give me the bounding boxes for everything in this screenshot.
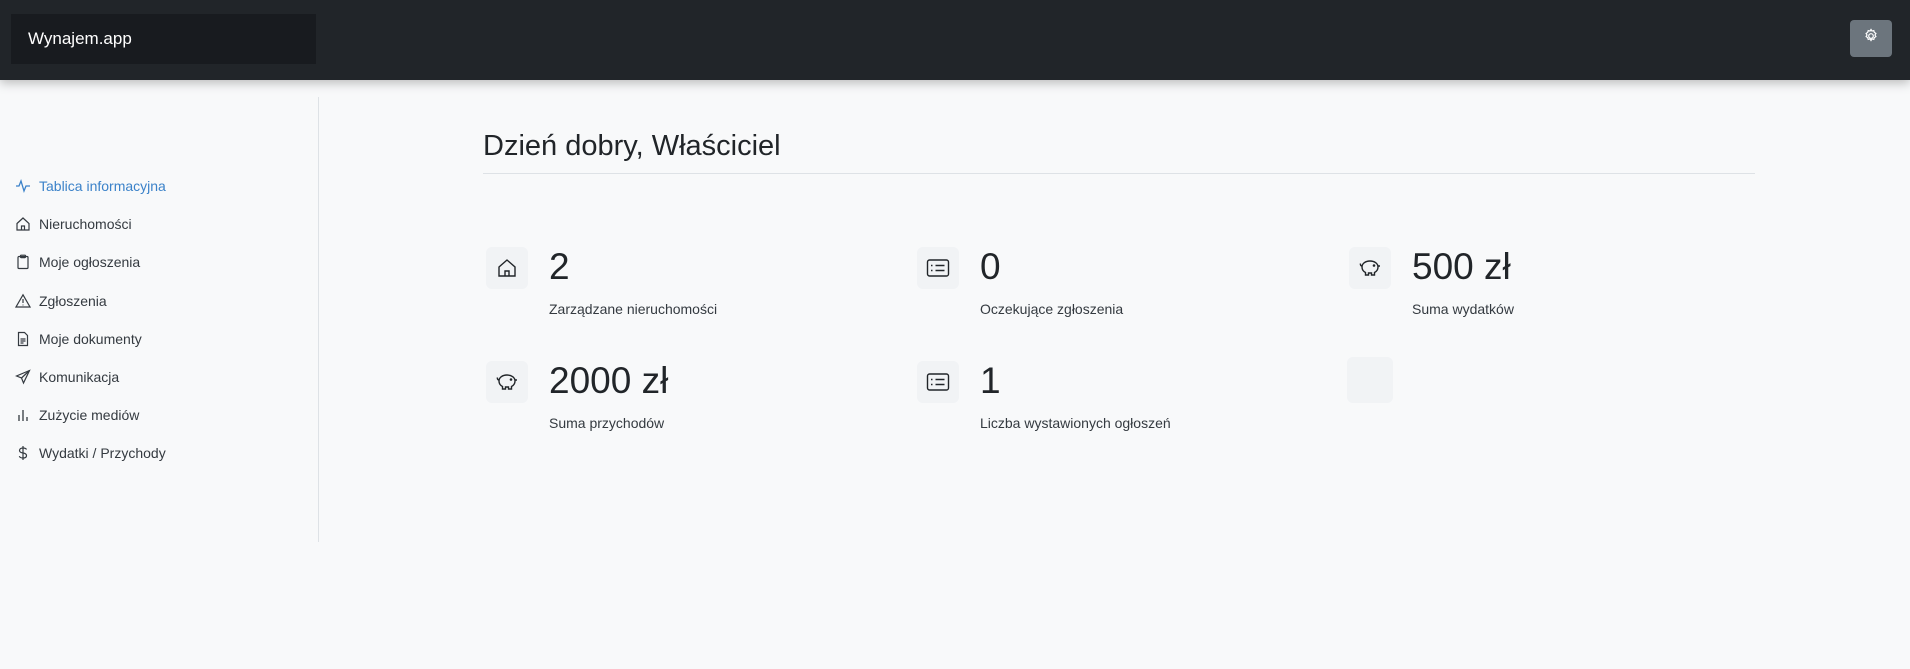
stat-listings-count: 1 Liczba wystawionych ogłoszeń <box>917 359 1171 431</box>
stat-value: 1 <box>980 360 1001 401</box>
stat-total-income: 2000 zł Suma przychodów <box>486 359 668 431</box>
activity-icon <box>15 178 31 194</box>
sidebar-item-label: Moje ogłoszenia <box>39 254 141 271</box>
top-navbar: Wynajem.app <box>0 0 1910 80</box>
stat-managed-properties: 2 Zarządzane nieruchomości <box>486 245 717 317</box>
stat-value: 0 <box>980 246 1001 287</box>
list-card-icon <box>917 361 959 403</box>
send-icon <box>15 369 31 385</box>
stat-value: 2 <box>549 246 570 287</box>
brand-logo[interactable]: Wynajem.app <box>11 14 316 64</box>
sidebar-item-finances[interactable]: Wydatki / Przychody <box>0 434 319 472</box>
sidebar-item-communication[interactable]: Komunikacja <box>0 358 319 396</box>
house-icon <box>15 216 31 232</box>
gear-icon <box>1863 28 1879 49</box>
sidebar-item-label: Nieruchomości <box>39 216 132 233</box>
sidebar-item-label: Tablica informacyjna <box>39 178 166 195</box>
document-icon <box>15 331 31 347</box>
sidebar-item-label: Wydatki / Przychody <box>39 445 166 462</box>
piggy-bank-icon <box>486 361 528 403</box>
sidebar-nav: Tablica informacyjna Nieruchomości Moje … <box>0 167 319 473</box>
stat-label: Liczba wystawionych ogłoszeń <box>980 415 1171 431</box>
stat-label: Oczekujące zgłoszenia <box>980 301 1124 317</box>
sidebar-item-label: Zużycie mediów <box>39 407 140 424</box>
empty-stat-placeholder <box>1347 357 1393 403</box>
house-icon <box>486 247 528 289</box>
stat-value: 500 zł <box>1412 246 1511 287</box>
sidebar-item-listings[interactable]: Moje ogłoszenia <box>0 243 319 281</box>
clipboard-icon <box>15 254 31 270</box>
sidebar-item-dashboard[interactable]: Tablica informacyjna <box>0 167 319 205</box>
sidebar-item-properties[interactable]: Nieruchomości <box>0 205 319 243</box>
sidebar-item-label: Zgłoszenia <box>39 292 107 309</box>
stat-total-expenses: 500 zł Suma wydatków <box>1349 245 1514 317</box>
sidebar-item-utilities[interactable]: Zużycie mediów <box>0 396 319 434</box>
stat-label: Suma wydatków <box>1412 301 1514 317</box>
sidebar: Tablica informacyjna Nieruchomości Moje … <box>0 97 319 542</box>
page-title: Dzień dobry, Właściciel <box>483 130 1755 174</box>
stat-label: Zarządzane nieruchomości <box>549 301 718 317</box>
piggy-bank-icon <box>1349 247 1391 289</box>
warning-icon <box>15 293 31 309</box>
stat-pending-reports: 0 Oczekujące zgłoszenia <box>917 245 1123 317</box>
bar-chart-icon <box>15 407 31 423</box>
settings-button[interactable] <box>1850 20 1892 57</box>
list-card-icon <box>917 247 959 289</box>
sidebar-item-label: Moje dokumenty <box>39 330 142 347</box>
sidebar-item-reports[interactable]: Zgłoszenia <box>0 282 319 320</box>
sidebar-item-label: Komunikacja <box>39 369 120 386</box>
stat-label: Suma przychodów <box>549 415 665 431</box>
dollar-icon <box>15 445 31 461</box>
sidebar-item-documents[interactable]: Moje dokumenty <box>0 320 319 358</box>
stat-value: 2000 zł <box>549 360 669 401</box>
main-content: Dzień dobry, Właściciel <box>483 130 1755 174</box>
